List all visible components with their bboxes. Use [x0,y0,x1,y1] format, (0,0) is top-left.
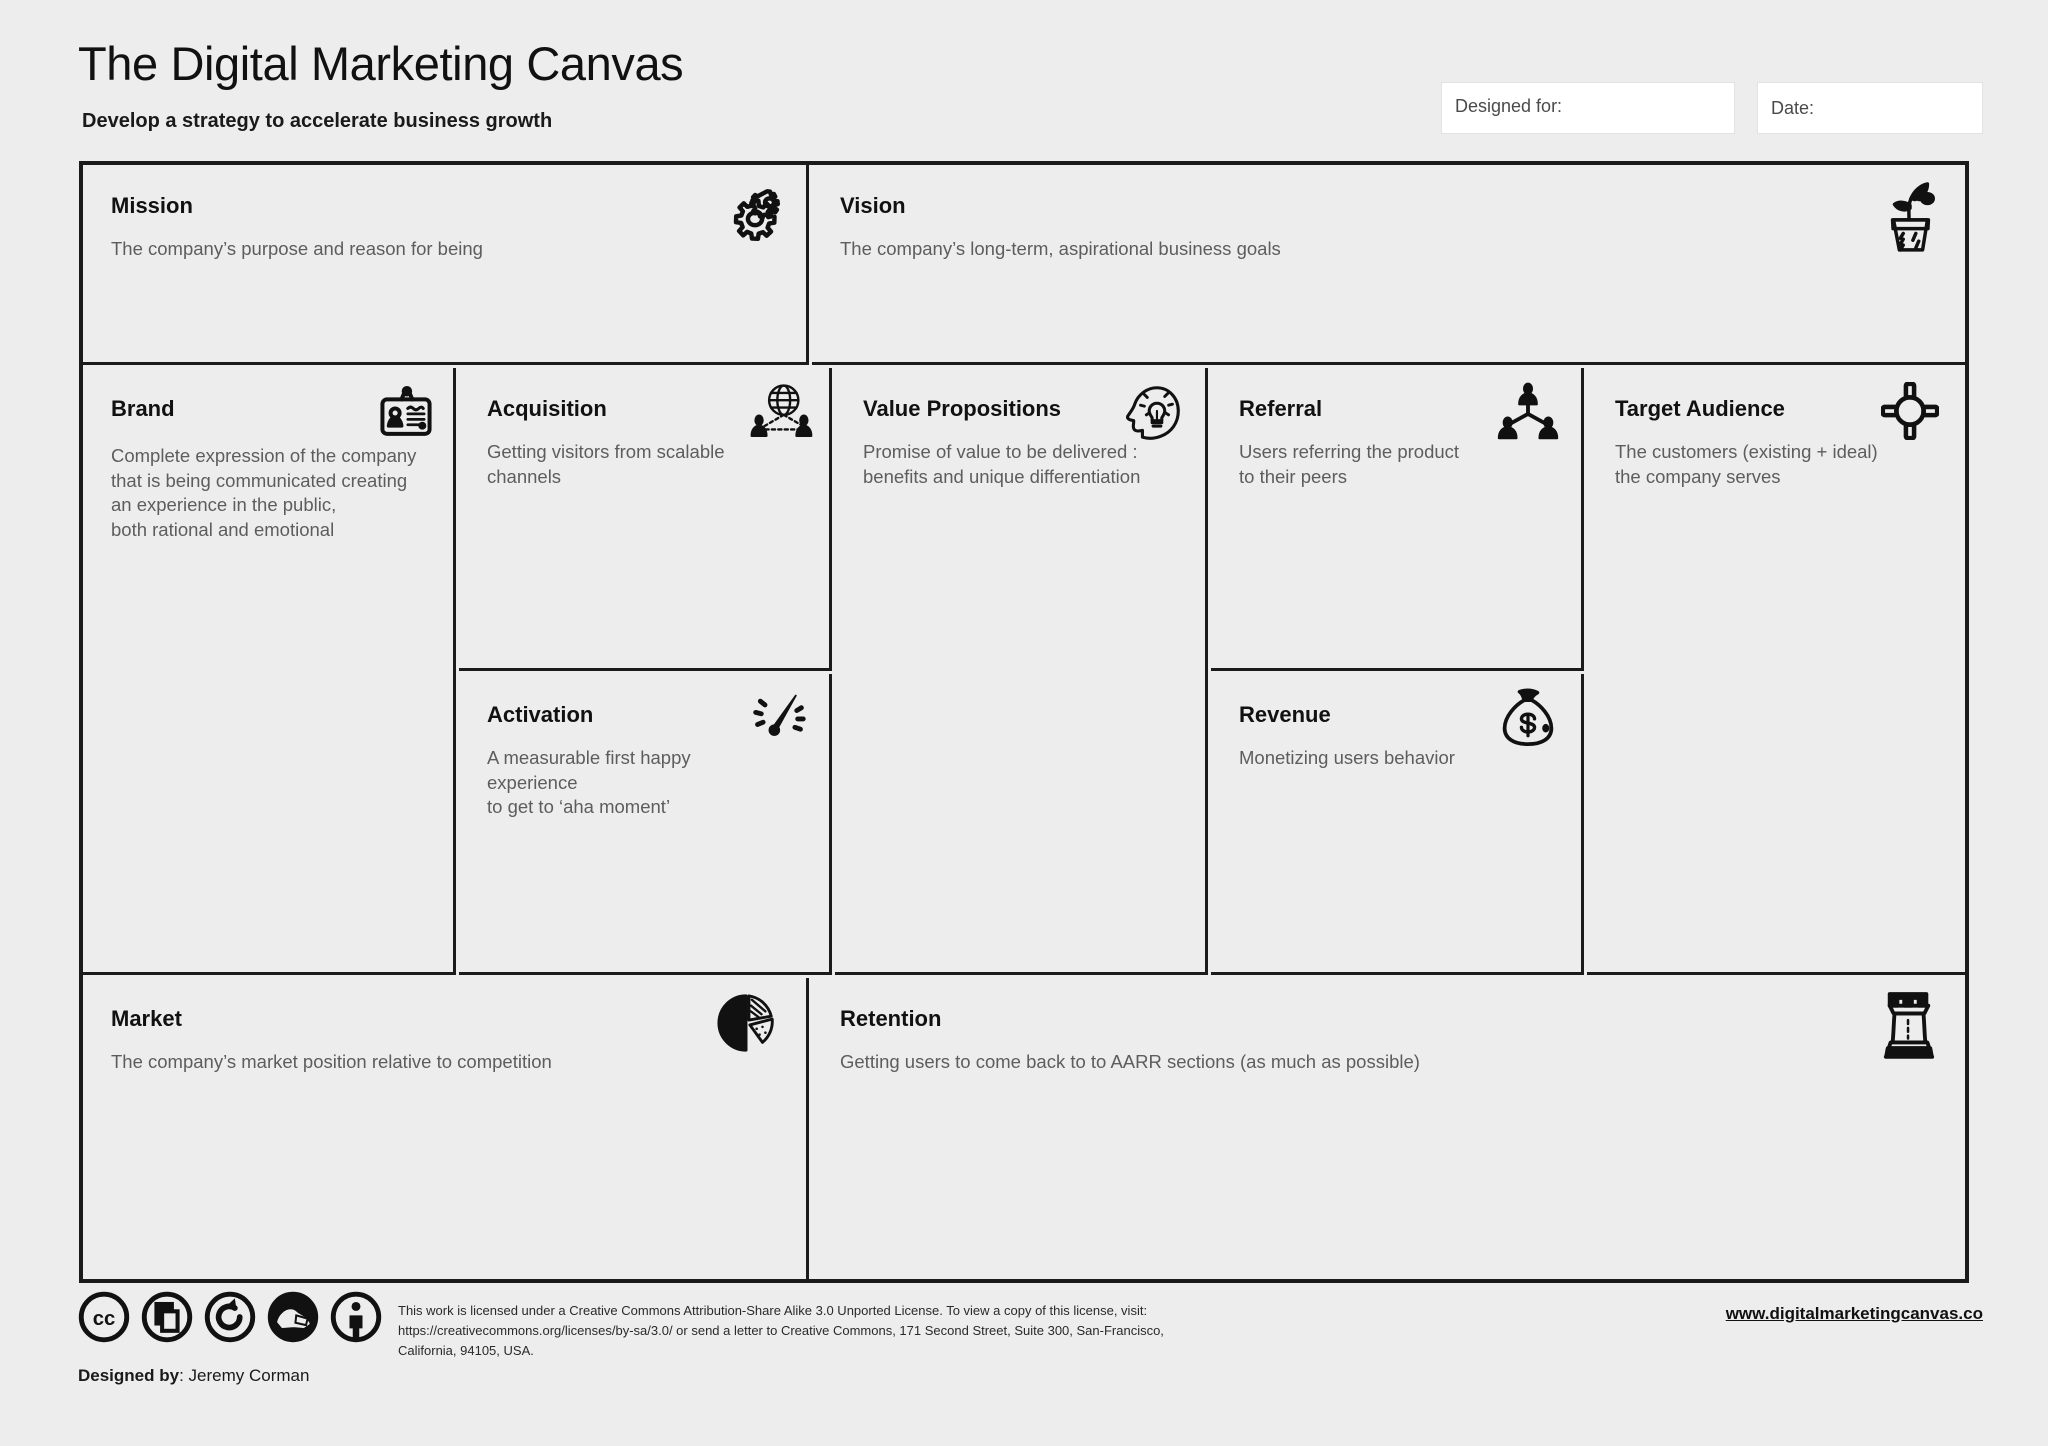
page-header: The Digital Marketing Canvas Develop a s… [0,0,2048,150]
block-description: The customers (existing + ideal) the com… [1615,441,1878,487]
block-description: A measurable first happy experience to g… [487,747,691,818]
designed-by-name: : Jeremy Corman [179,1366,310,1385]
block-title: Revenue [1239,702,1331,727]
block-description: Getting users to come back to to AARR se… [840,1051,1420,1072]
block-description: Complete expression of the company that … [111,445,417,540]
block-retention[interactable]: Retention Getting users to come back to … [812,978,1965,1279]
block-title: Target Audience [1615,396,1785,421]
date-label: Date: [1771,98,1815,118]
block-market[interactable]: Market The company’s market position rel… [83,978,809,1279]
block-description: The company’s purpose and reason for bei… [111,238,483,259]
cc-attribution-icon [330,1291,382,1343]
block-title: Acquisition [487,396,607,421]
block-referral[interactable]: Referral Users referring the product to … [1211,368,1584,671]
block-title: Market [111,1006,182,1031]
cc-share-icon [141,1291,193,1343]
designed-for-field[interactable]: Designed for: [1441,82,1735,134]
block-brand[interactable]: Brand Complete expression of the company… [83,368,456,975]
block-revenue[interactable]: Revenue Monetizing users behavior [1211,674,1584,975]
website-link[interactable]: www.digitalmarketingcanvas.co [1726,1304,1983,1324]
block-title: Activation [487,702,594,727]
money-bag-icon [1499,686,1557,748]
speedometer-icon [749,690,809,746]
designed-for-label: Designed for: [1455,96,1563,116]
block-value-propositions[interactable]: Value Propositions Promise of value to b… [835,368,1208,975]
block-title: Value Propositions [863,396,1062,421]
designed-by-label: Designed by [78,1366,180,1385]
canvas-grid: Mission The company’s purpose and reason… [79,161,1969,1283]
block-title: Mission [111,193,193,218]
cc-logo-icon: cc [78,1291,130,1343]
block-title: Vision [840,193,906,218]
block-description: The company’s long-term, aspirational bu… [840,238,1281,259]
block-acquisition[interactable]: Acquisition Getting visitors from scalab… [459,368,832,671]
block-description: Promise of value to be delivered : benef… [863,441,1141,487]
cc-remix-icon [267,1291,319,1343]
license-text: This work is licensed under a Creative C… [398,1301,1188,1360]
block-activation[interactable]: Activation A measurable first happy expe… [459,674,832,975]
page-title: The Digital Marketing Canvas [78,37,684,90]
block-description: Monetizing users behavior [1239,747,1455,768]
block-mission[interactable]: Mission The company’s purpose and reason… [83,165,809,365]
designed-by: Designed by: Jeremy Corman [78,1366,309,1386]
potted-plant-icon [1879,179,1941,253]
block-target-audience[interactable]: Target Audience The customers (existing … [1587,368,1965,975]
id-badge-icon [377,384,435,442]
canvas-page: The Digital Marketing Canvas Develop a s… [0,0,2048,1446]
page-subtitle: Develop a strategy to accelerate busines… [82,110,553,132]
gears-icon [724,185,786,247]
people-network-icon [1497,382,1559,442]
block-description: Getting visitors from scalable channels [487,441,725,487]
page-footer: cc This work is licensed under a Creativ… [0,1290,2048,1446]
crosshair-icon [1881,382,1939,440]
block-title: Brand [111,396,175,421]
globe-network-icon [749,382,813,444]
block-description: The company’s market position relative t… [111,1051,552,1072]
head-lightbulb-icon [1125,380,1187,442]
creative-commons-badges: cc [78,1291,382,1343]
block-title: Referral [1239,396,1323,421]
license-line-2: https://creativecommons.org/licenses/by-… [398,1322,1164,1358]
svg-text:cc: cc [93,1308,116,1330]
license-line-1: This work is licensed under a Creative C… [398,1303,1148,1318]
chess-rook-icon [1881,988,1937,1062]
block-vision[interactable]: Vision The company’s long-term, aspirati… [812,165,1965,365]
cc-sharealike-icon [204,1291,256,1343]
date-field[interactable]: Date: [1757,82,1983,134]
pie-chart-icon [716,992,778,1054]
block-description: Users referring the product to their pee… [1239,441,1460,487]
block-title: Retention [840,1006,942,1031]
